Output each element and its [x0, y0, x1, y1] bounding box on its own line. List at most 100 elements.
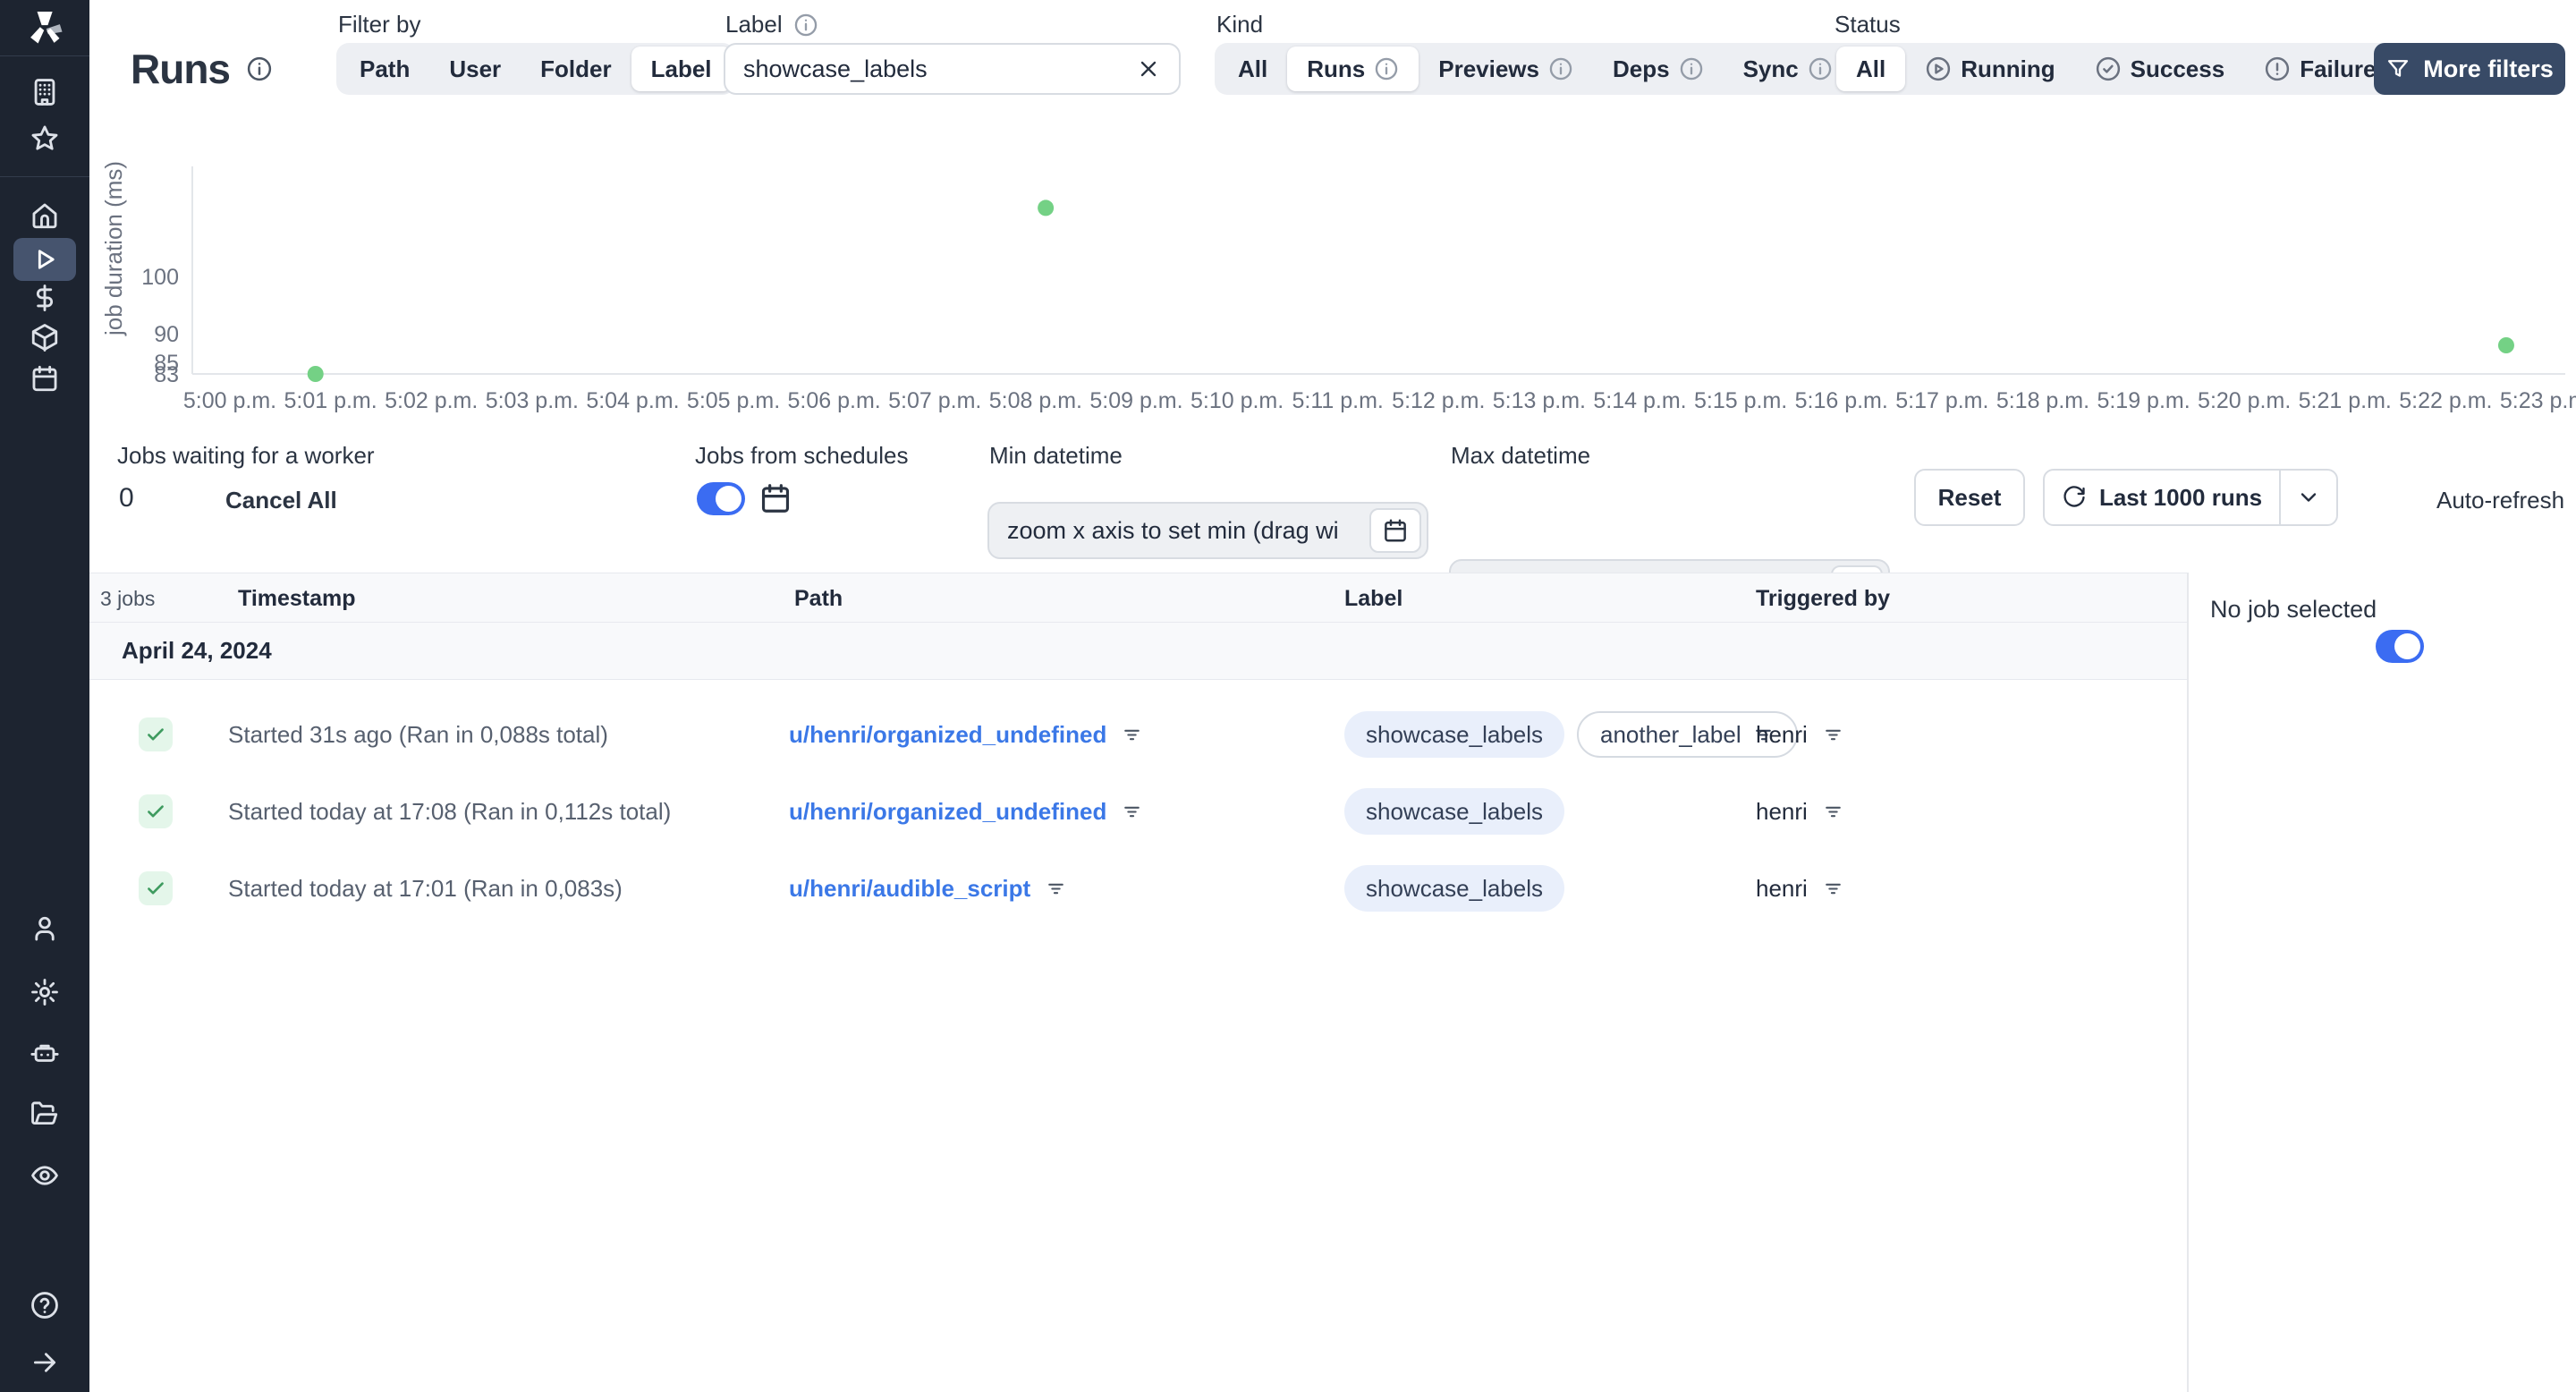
- filter-icon[interactable]: [1822, 724, 1844, 746]
- refresh-icon: [2063, 486, 2085, 507]
- filter-by-user[interactable]: User: [429, 47, 521, 91]
- cancel-all-button[interactable]: Cancel All: [225, 487, 337, 514]
- duration-chart[interactable]: job duration (ms) 100908583 5:00 p.m. 5:0…: [89, 134, 2576, 429]
- status-running[interactable]: Running: [1905, 47, 2074, 91]
- filter-icon[interactable]: [1822, 801, 1844, 823]
- sidebar-item-runs[interactable]: [13, 238, 76, 281]
- star-icon: [31, 125, 58, 150]
- sidebar-item-audit[interactable]: [0, 1160, 89, 1191]
- sidebar-item-workspace[interactable]: [0, 77, 89, 107]
- chart-axes: [191, 166, 2565, 375]
- run-label-badge[interactable]: showcase_labels: [1344, 711, 1565, 758]
- sidebar-item-users[interactable]: [0, 913, 89, 944]
- info-icon[interactable]: [1374, 56, 1399, 81]
- rows-spacer: [89, 680, 2187, 696]
- calendar-icon[interactable]: [758, 481, 792, 515]
- table-row[interactable]: Started 31s ago (Ran in 0,088s total) u/…: [89, 696, 2187, 773]
- sidebar-item-home[interactable]: [0, 200, 89, 231]
- data-points: [307, 199, 2514, 382]
- filter-icon[interactable]: [1822, 878, 1844, 900]
- label-search-input[interactable]: showcase_labels: [724, 43, 1181, 95]
- triggered-by-filter-button[interactable]: [1822, 724, 1844, 746]
- col-triggered-by: Triggered by: [1756, 585, 1891, 611]
- min-datetime-input[interactable]: zoom x axis to set min (drag wi: [987, 502, 1428, 559]
- check-icon: [148, 882, 164, 895]
- kind-deps[interactable]: Deps: [1593, 47, 1724, 91]
- x-tick-label: 5:21 p.m.: [2299, 388, 2392, 413]
- run-timestamp: Started today at 17:08 (Ran in 0,112s to…: [228, 797, 672, 825]
- success-status-badge: [139, 871, 173, 905]
- schedules-label: Jobs from schedules: [695, 442, 909, 469]
- kind-runs[interactable]: Runs: [1287, 47, 1419, 91]
- x-tick-label: 5:07 p.m.: [888, 388, 981, 413]
- status-label: Status: [1835, 11, 1901, 38]
- table-row[interactable]: Started today at 17:01 (Ran in 0,083s) u…: [89, 850, 2187, 927]
- x-tick-label: 5:01 p.m.: [284, 388, 377, 413]
- filter-by-folder[interactable]: Folder: [521, 47, 631, 91]
- info-icon[interactable]: [793, 13, 818, 38]
- path-filter-button[interactable]: [1121, 801, 1143, 823]
- close-icon[interactable]: [1136, 56, 1161, 81]
- run-labels: showcase_labels: [1344, 773, 1577, 850]
- dollar-icon: [37, 284, 53, 311]
- status-all[interactable]: All: [1836, 47, 1906, 91]
- sidebar-item-expand[interactable]: [0, 1347, 89, 1378]
- date-group-row[interactable]: April 24, 2024: [89, 623, 2187, 680]
- triggered-by-filter-button[interactable]: [1822, 878, 1844, 900]
- sidebar-item-resources[interactable]: [0, 322, 89, 352]
- filter-icon[interactable]: [1121, 801, 1143, 823]
- runs-range-dropdown-button[interactable]: [2281, 471, 2336, 524]
- jobs-count: 3 jobs: [100, 586, 156, 610]
- sidebar-divider: [0, 176, 89, 177]
- runs-range-button[interactable]: Last 1000 runs: [2045, 471, 2279, 524]
- min-datetime-calendar-button[interactable]: [1369, 508, 1421, 553]
- status-success[interactable]: Success: [2075, 47, 2245, 91]
- job-detail-panel: No job selected: [2187, 573, 2576, 1392]
- run-label-badge[interactable]: showcase_labels: [1344, 788, 1565, 835]
- filter-icon[interactable]: [1045, 878, 1067, 900]
- jobs-waiting-count: 0: [119, 483, 134, 513]
- filter-icon[interactable]: [1121, 724, 1143, 746]
- info-icon[interactable]: [1679, 56, 1704, 81]
- building-icon: [34, 79, 55, 106]
- eye-icon: [31, 1166, 58, 1185]
- filter-by-label-option[interactable]: Label: [631, 47, 732, 91]
- path-filter-button[interactable]: [1045, 878, 1067, 900]
- sidebar-item-settings[interactable]: [0, 977, 89, 1007]
- sidebar-item-help[interactable]: [0, 1290, 89, 1320]
- info-icon[interactable]: [1808, 56, 1833, 81]
- kind-previews[interactable]: Previews: [1419, 47, 1593, 91]
- run-labels: showcase_labels: [1344, 850, 1577, 927]
- run-path-link[interactable]: u/henri/audible_script: [789, 875, 1030, 903]
- more-filters-button[interactable]: More filters: [2374, 43, 2565, 95]
- data-point[interactable]: [2497, 337, 2514, 353]
- windmill-logo-icon[interactable]: [0, 7, 89, 48]
- run-path-link[interactable]: u/henri/organized_undefined: [789, 798, 1106, 826]
- reset-button[interactable]: Reset: [1914, 469, 2025, 526]
- alert-circle-icon: [2266, 56, 2290, 81]
- label-search-value: showcase_labels: [743, 55, 928, 82]
- success-status-badge: [139, 794, 173, 828]
- sidebar-item-favorites[interactable]: [0, 123, 89, 154]
- schedules-toggle[interactable]: [697, 482, 745, 515]
- sidebar-item-schedules[interactable]: [0, 363, 89, 394]
- triggered-by-filter-button[interactable]: [1822, 801, 1844, 823]
- filter-by-path[interactable]: Path: [340, 47, 429, 91]
- info-icon[interactable]: [246, 55, 273, 82]
- kind-all[interactable]: All: [1218, 47, 1287, 91]
- home-icon: [32, 203, 57, 229]
- sidebar-item-folders[interactable]: [0, 1099, 89, 1129]
- info-icon[interactable]: [1548, 56, 1573, 81]
- calendar-icon: [32, 365, 57, 392]
- run-label-badge[interactable]: showcase_labels: [1344, 865, 1565, 912]
- page-title: Runs: [131, 46, 231, 92]
- path-filter-button[interactable]: [1121, 724, 1143, 746]
- table-row[interactable]: Started today at 17:08 (Ran in 0,112s to…: [89, 773, 2187, 850]
- run-triggered-by: henri: [1756, 797, 1808, 825]
- data-point[interactable]: [1038, 199, 1055, 216]
- run-path-link[interactable]: u/henri/organized_undefined: [789, 721, 1106, 749]
- runs-range-split-button: Last 1000 runs: [2043, 469, 2338, 526]
- sidebar-item-workers[interactable]: [0, 1038, 89, 1068]
- data-point[interactable]: [307, 366, 324, 382]
- sidebar-item-billing[interactable]: [0, 283, 89, 313]
